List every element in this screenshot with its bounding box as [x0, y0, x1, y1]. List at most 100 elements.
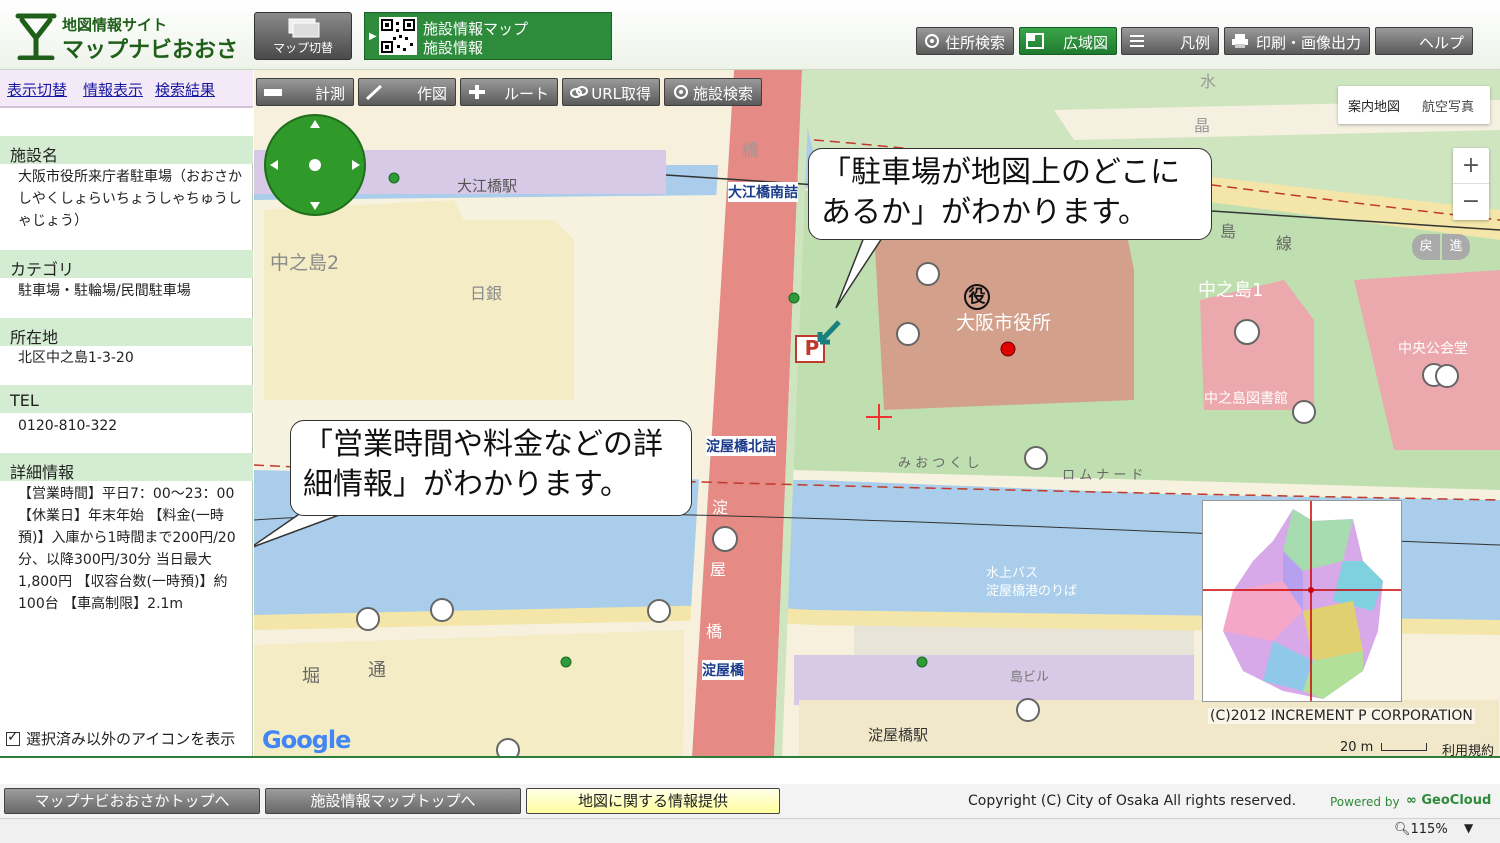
guide-map-option[interactable]: 案内地図: [1348, 96, 1400, 115]
pan-control[interactable]: [264, 114, 366, 216]
parking-marker-icon[interactable]: P: [798, 336, 826, 360]
map-label-yodo: 淀: [712, 498, 729, 517]
route-button[interactable]: ルート: [460, 78, 558, 106]
overview-minimap[interactable]: [1202, 500, 1402, 702]
map-label-building: 島ビル: [1010, 670, 1050, 685]
map-label-yodoyabashi-north: 淀屋橋北詰: [706, 436, 776, 456]
draw-button[interactable]: 作図: [358, 78, 456, 106]
callout-details: 「営業時間や料金などの詳細情報」がわかります。: [290, 420, 692, 516]
show-other-icons-checkbox[interactable]: 選択済み以外のアイコンを表示: [6, 728, 235, 749]
map-label-yodoyabashi-station: 淀屋橋駅: [868, 726, 929, 744]
tel-value: 0120-810-322: [18, 418, 118, 434]
zoom-out-button[interactable]: −: [1453, 184, 1489, 220]
scale-bar-label: 20 m: [1340, 740, 1374, 755]
footer-copyright: Copyright (C) City of Osaka All rights r…: [968, 793, 1297, 809]
search-icon: [925, 34, 939, 48]
map-label-dori: 通: [368, 660, 386, 681]
map-switch-button[interactable]: マップ切替: [254, 12, 352, 60]
facility-map-badge[interactable]: ▶ 施設情報マップ 施設情報: [364, 12, 612, 60]
overview-map-icon: [1026, 33, 1044, 49]
map-label-oebashi-south: 大江橋南詰: [728, 182, 798, 202]
pencil-icon: [365, 84, 383, 100]
triangle-right-icon: ▶: [369, 31, 377, 42]
map-label-hashi: 橋: [706, 622, 723, 641]
link-icon: [570, 86, 588, 98]
address-search-button[interactable]: 住所検索: [916, 27, 1014, 55]
minimap-canvas: [1203, 501, 1401, 701]
app-header: 地図情報サイト マップナビおおさか マップ切替 ▶ 施設情報マップ 施設情報 住…: [0, 0, 1500, 95]
city-hall-marker-icon: 役: [964, 284, 990, 310]
back-button[interactable]: 戻: [1412, 234, 1440, 260]
site-logo[interactable]: 地図情報サイト マップナビおおさか: [12, 8, 248, 95]
map-feedback-button[interactable]: 地図に関する情報提供: [526, 788, 780, 814]
zoom-in-button[interactable]: +: [1453, 148, 1489, 184]
magnifier-icon: 🔍︎: [1394, 822, 1411, 837]
geocloud-brand: GeoCloud: [1421, 793, 1492, 808]
facility-search-button[interactable]: 施設検索: [664, 78, 762, 106]
map-label-mitsukushi: み お つ く し: [898, 456, 980, 471]
zoom-control: + −: [1453, 148, 1489, 220]
tel-heading: TEL: [0, 385, 253, 413]
map-label-oebashi-station: 大江橋駅: [457, 177, 518, 195]
facility-map-title: 施設情報マップ: [423, 20, 529, 38]
tab-info-display[interactable]: 情報表示: [83, 79, 143, 100]
map-label-north-char2: 晶: [1194, 116, 1211, 135]
map-label-library: 中之島図書館: [1204, 391, 1288, 407]
map-label-hori: 堀: [302, 666, 320, 687]
facility-info-title: 施設情報: [423, 39, 484, 57]
tab-display-toggle[interactable]: 表示切替: [7, 79, 67, 100]
facility-name-value: 大阪市役所来庁者駐車場（おおさかしやくしょらいちょうしゃちゅうしゃじょう）: [18, 169, 242, 229]
google-logo-text: Google: [262, 726, 351, 754]
facility-map-top-button[interactable]: 施設情報マップトップへ: [265, 788, 521, 814]
map-label-nakanoshima2: 中之島2: [270, 252, 340, 274]
map-label-promenade: ロ ム ナ ー ド: [1062, 468, 1144, 483]
qr-code-icon: [379, 17, 417, 55]
zoom-dropdown-icon[interactable]: ▼: [1464, 821, 1473, 835]
measure-button[interactable]: 計測: [256, 78, 354, 106]
history-nav: 戻 進: [1412, 234, 1470, 260]
list-icon: [1130, 35, 1144, 47]
printer-icon: [1232, 34, 1248, 48]
tab-search-results[interactable]: 検索結果: [155, 79, 215, 100]
forward-button[interactable]: 進: [1442, 234, 1470, 260]
ruler-icon: [264, 89, 282, 96]
bubble-top-pointer: [835, 231, 886, 309]
aerial-photo-option[interactable]: 航空写真: [1422, 96, 1474, 115]
map-label-island: 島: [1220, 222, 1237, 241]
map-label-osaka-city-hall: 大阪市役所: [956, 312, 1052, 334]
legend-button[interactable]: 凡例: [1121, 27, 1219, 55]
checkbox-checked-icon[interactable]: [6, 729, 20, 746]
map-copyright: (C)2012 INCREMENT P CORPORATION: [1208, 708, 1475, 724]
category-value: 駐車場・駐輪場/民間駐車場: [18, 283, 191, 299]
geocloud-logo: ∞ GeoCloud: [1406, 793, 1491, 808]
facility-name-heading: 施設名: [0, 136, 253, 165]
map-switch-label: マップ切替: [272, 41, 333, 55]
map-label-line: 線: [1276, 234, 1293, 253]
panel-tabs: 表示切替 情報表示 検索結果: [0, 70, 253, 108]
map-label-nakanoshima1: 中之島1: [1198, 280, 1264, 301]
help-button[interactable]: ヘルプ: [1375, 27, 1473, 55]
google-logo: Google: [262, 726, 351, 754]
map-label-water-bus-pier: 淀屋橋港のりば: [986, 584, 1078, 599]
scale-bar-line: [1381, 743, 1428, 751]
top-page-button[interactable]: マップナビおおさかトップへ: [4, 788, 260, 814]
address-heading: 所在地: [0, 318, 253, 347]
address-value: 北区中之島1-3-20: [18, 350, 134, 366]
map-label-north-char: 水: [1200, 72, 1217, 91]
map-label-bridge: 橋: [742, 141, 759, 161]
show-other-icons-label: 選択済み以外のアイコンを表示: [26, 730, 236, 748]
details-value: 【営業時間】平日7：00～23：00 【休業日】年末年始 【料金(一時預)】入庫…: [18, 486, 236, 612]
browser-statusbar: 🔍︎115% ▼: [0, 818, 1500, 843]
wide-area-map-button[interactable]: 広域図: [1019, 27, 1117, 55]
search-icon: [674, 85, 688, 99]
route-cross-icon: [469, 85, 485, 99]
print-button[interactable]: 印刷・画像出力: [1224, 27, 1370, 55]
map-stack-icon: [288, 18, 320, 38]
page-zoom-level[interactable]: 🔍︎115%: [1394, 822, 1448, 837]
terms-link[interactable]: 利用規約: [1442, 740, 1494, 756]
map-label-ya: 屋: [710, 560, 727, 579]
map-view[interactable]: 大江橋駅 中之島2 日銀 大江橋南詰 橋 大阪市役所 役 中之島1 中央公会堂 …: [254, 70, 1500, 756]
map-label-bank: 日銀: [470, 284, 503, 303]
category-heading: カテゴリ: [0, 250, 253, 279]
get-url-button[interactable]: URL取得: [562, 78, 660, 106]
